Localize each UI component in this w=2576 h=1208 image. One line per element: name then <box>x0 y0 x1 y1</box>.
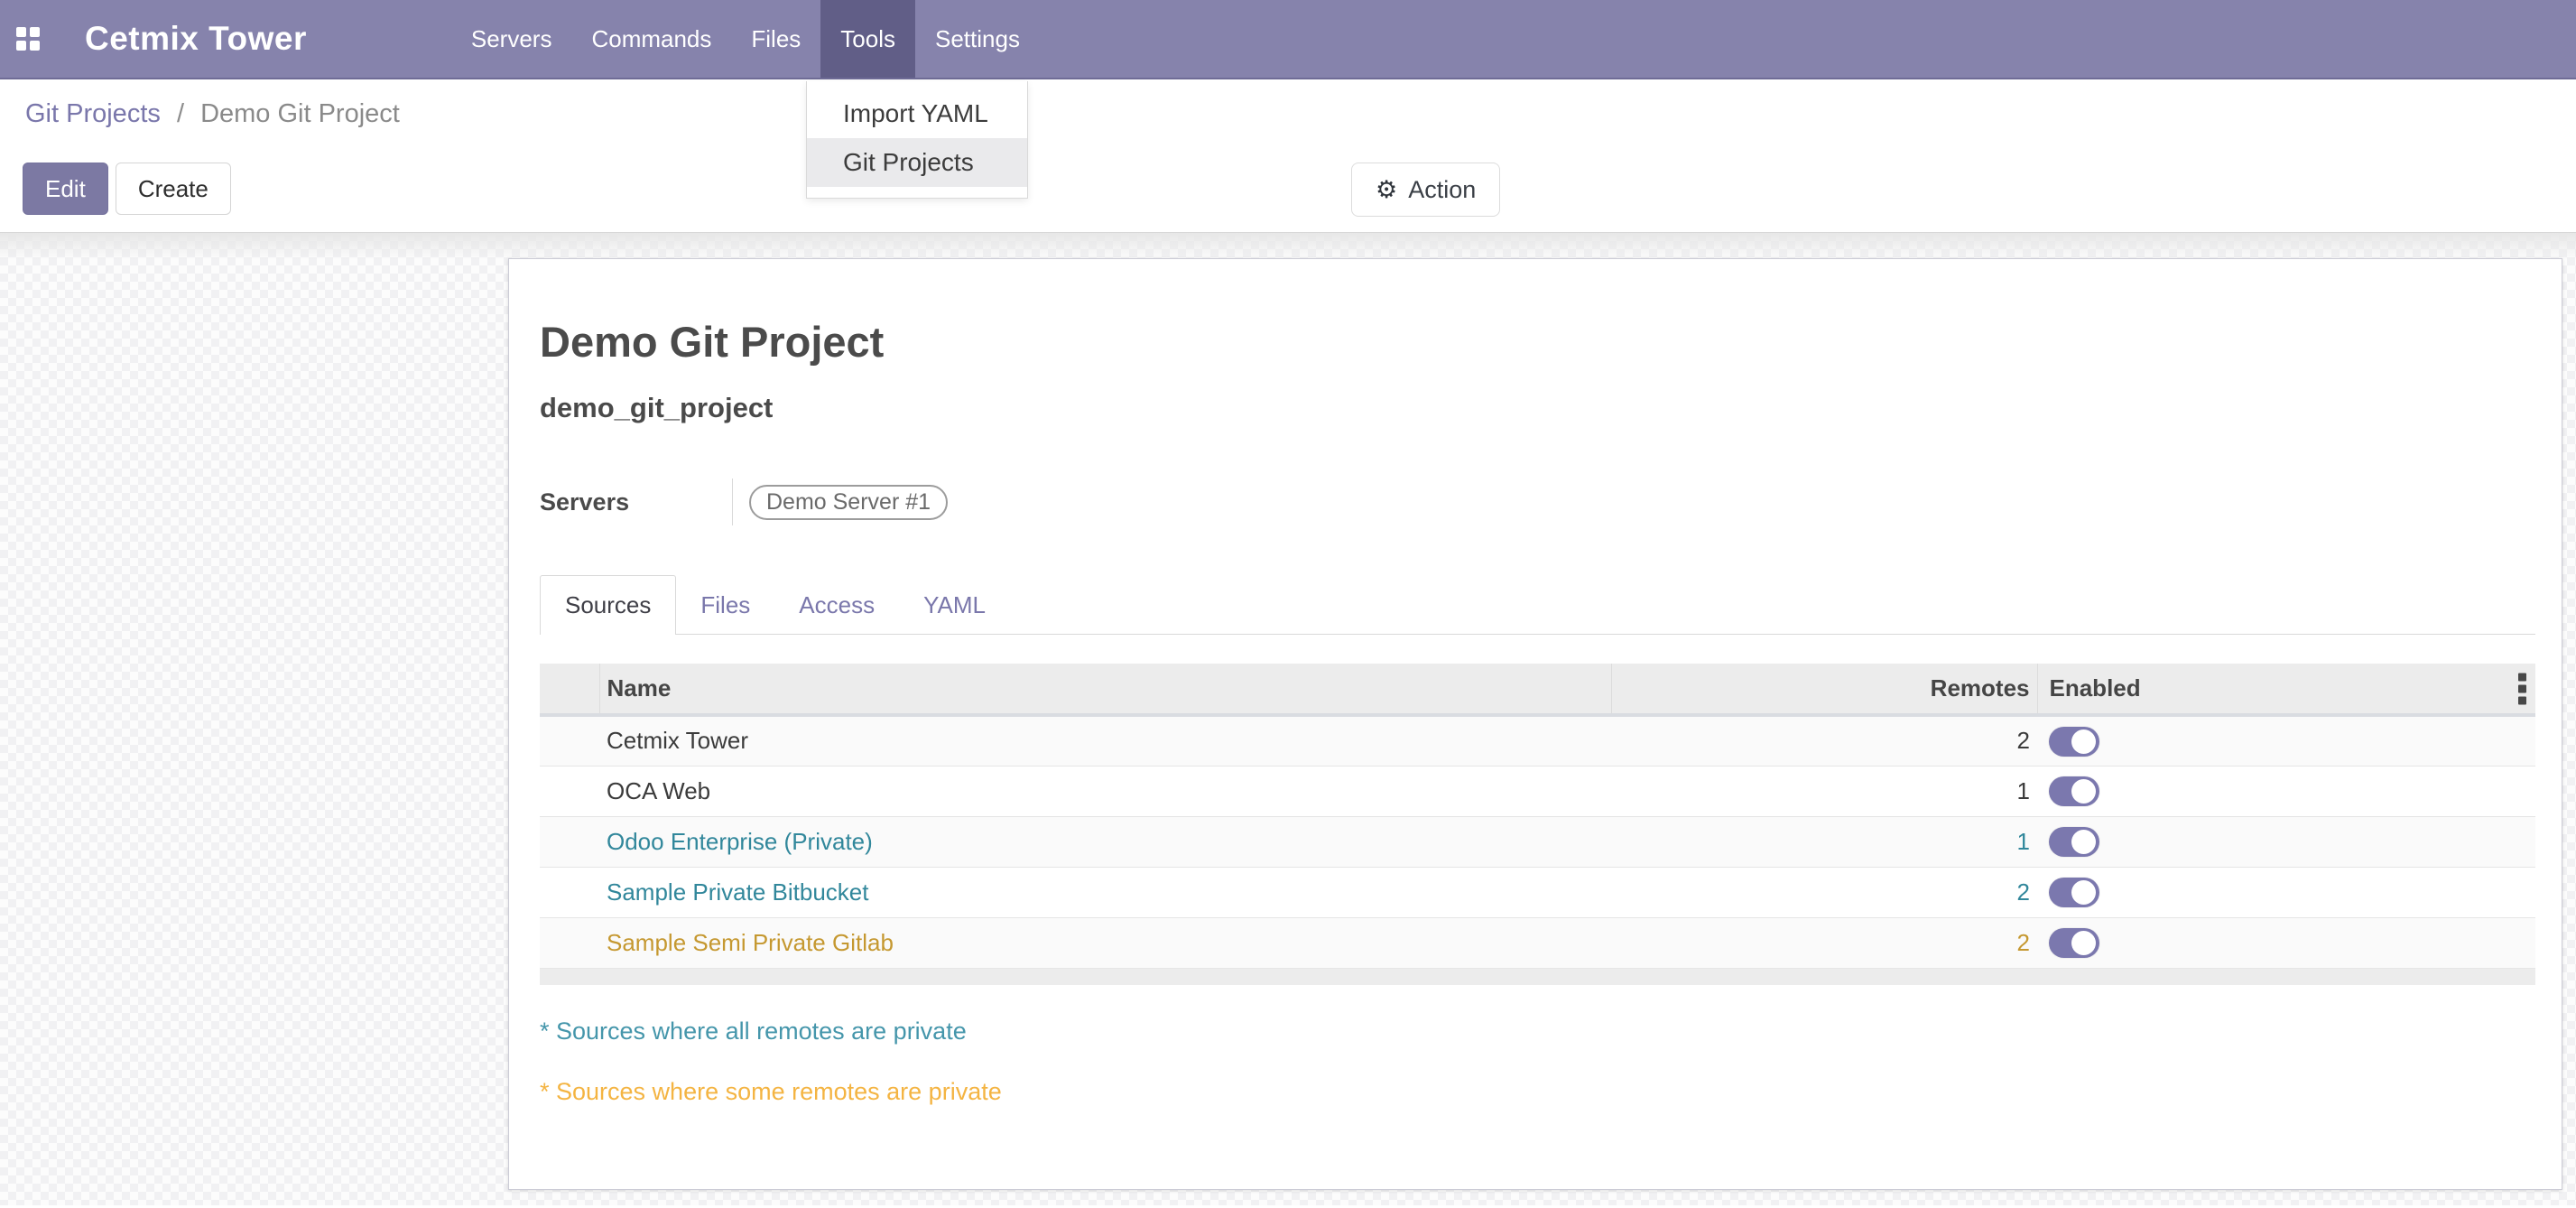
footnote-all-private: * Sources where all remotes are private <box>540 1018 2535 1045</box>
remotes-count: 1 <box>1611 766 2037 816</box>
tools-dropdown-menu: Import YAML Git Projects <box>806 81 1028 199</box>
remotes-count: 1 <box>1611 816 2037 867</box>
action-button-label: Action <box>1408 176 1476 204</box>
apps-menu-button[interactable] <box>0 0 56 78</box>
sources-table: Name Remotes Enabled Cetmix Tower 2 <box>540 664 2535 969</box>
optional-columns-icon[interactable] <box>2518 673 2526 704</box>
nav-item-settings[interactable]: Settings <box>915 0 1040 78</box>
edit-button[interactable]: Edit <box>23 163 108 215</box>
control-panel: Git Projects / Demo Git Project Edit Cre… <box>0 79 2576 233</box>
enabled-toggle[interactable] <box>2049 727 2099 757</box>
table-row[interactable]: Sample Semi Private Gitlab 2 <box>540 917 2535 968</box>
remotes-count: 2 <box>1611 917 2037 968</box>
gear-icon: ⚙ <box>1376 176 1397 204</box>
tab-sources[interactable]: Sources <box>540 575 676 635</box>
selector-column-header[interactable] <box>540 664 599 715</box>
enabled-toggle[interactable] <box>2049 776 2099 806</box>
enabled-header-label: Enabled <box>2050 674 2141 702</box>
enabled-toggle[interactable] <box>2049 928 2099 958</box>
breadcrumb-separator: / <box>168 99 193 128</box>
footnote-some-private: * Sources where some remotes are private <box>540 1078 2535 1106</box>
source-name[interactable]: Odoo Enterprise (Private) <box>599 816 1611 867</box>
notebook-tabs: Sources Files Access YAML <box>540 574 2535 635</box>
breadcrumb-parent-link[interactable]: Git Projects <box>25 99 161 128</box>
content-area: Demo Git Project demo_git_project Server… <box>0 233 2576 1205</box>
servers-field-row: Servers Demo Server #1 <box>540 479 2562 525</box>
record-title: Demo Git Project <box>540 317 2562 367</box>
table-row[interactable]: Odoo Enterprise (Private) 1 <box>540 816 2535 867</box>
source-name[interactable]: Sample Semi Private Gitlab <box>599 917 1611 968</box>
top-navbar: Cetmix Tower Servers Commands Files Tool… <box>0 0 2576 79</box>
table-row[interactable]: Sample Private Bitbucket 2 <box>540 867 2535 917</box>
table-footer-strip <box>540 969 2535 985</box>
server-tag[interactable]: Demo Server #1 <box>749 485 948 520</box>
tab-files[interactable]: Files <box>676 576 774 634</box>
enabled-toggle[interactable] <box>2049 878 2099 907</box>
record-reference: demo_git_project <box>540 392 2562 424</box>
source-name[interactable]: Cetmix Tower <box>599 715 1611 766</box>
breadcrumb-current: Demo Git Project <box>200 99 400 128</box>
servers-field-value: Demo Server #1 <box>732 479 948 525</box>
dropdown-item-git-projects[interactable]: Git Projects <box>807 138 1027 187</box>
form-sheet: Demo Git Project demo_git_project Server… <box>508 258 2562 1190</box>
remotes-count: 2 <box>1611 715 2037 766</box>
nav-item-tools[interactable]: Tools <box>820 0 915 78</box>
nav-item-commands[interactable]: Commands <box>571 0 731 78</box>
remotes-column-header[interactable]: Remotes <box>1611 664 2037 715</box>
dropdown-item-import-yaml[interactable]: Import YAML <box>807 89 1027 138</box>
apps-grid-icon <box>16 27 40 51</box>
servers-field-label: Servers <box>540 488 732 516</box>
table-row[interactable]: Cetmix Tower 2 <box>540 715 2535 766</box>
table-header-row: Name Remotes Enabled <box>540 664 2535 715</box>
table-row[interactable]: OCA Web 1 <box>540 766 2535 816</box>
create-button[interactable]: Create <box>116 163 231 215</box>
nav-item-files[interactable]: Files <box>731 0 820 78</box>
cp-button-row: Edit Create <box>23 163 231 215</box>
action-menu-button[interactable]: ⚙ Action <box>1351 163 1500 217</box>
name-column-header[interactable]: Name <box>599 664 1611 715</box>
main-menu: Servers Commands Files Tools Settings <box>451 0 1040 78</box>
app-brand-title: Cetmix Tower <box>85 0 307 78</box>
tab-yaml[interactable]: YAML <box>899 576 1010 634</box>
enabled-toggle[interactable] <box>2049 827 2099 857</box>
source-name[interactable]: Sample Private Bitbucket <box>599 867 1611 917</box>
remotes-count: 2 <box>1611 867 2037 917</box>
tab-access[interactable]: Access <box>774 576 899 634</box>
enabled-column-header[interactable]: Enabled <box>2037 664 2535 715</box>
breadcrumb: Git Projects / Demo Git Project <box>25 99 400 129</box>
nav-item-servers[interactable]: Servers <box>451 0 572 78</box>
source-name[interactable]: OCA Web <box>599 766 1611 816</box>
